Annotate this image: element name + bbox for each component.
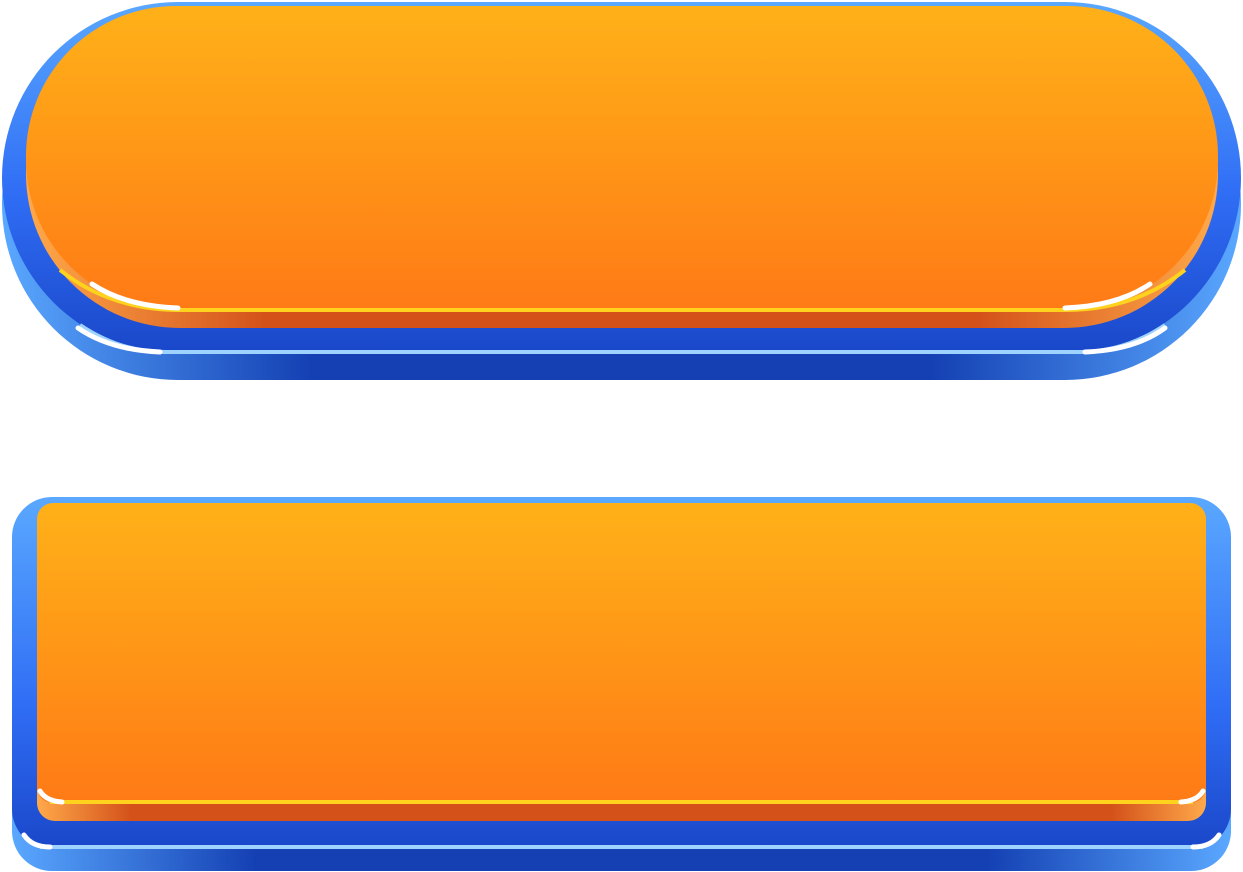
rounded-rect-button[interactable] bbox=[10, 495, 1233, 872]
canvas bbox=[0, 0, 1243, 872]
face bbox=[26, 6, 1218, 310]
pill-button[interactable] bbox=[0, 0, 1243, 382]
face bbox=[37, 503, 1206, 803]
